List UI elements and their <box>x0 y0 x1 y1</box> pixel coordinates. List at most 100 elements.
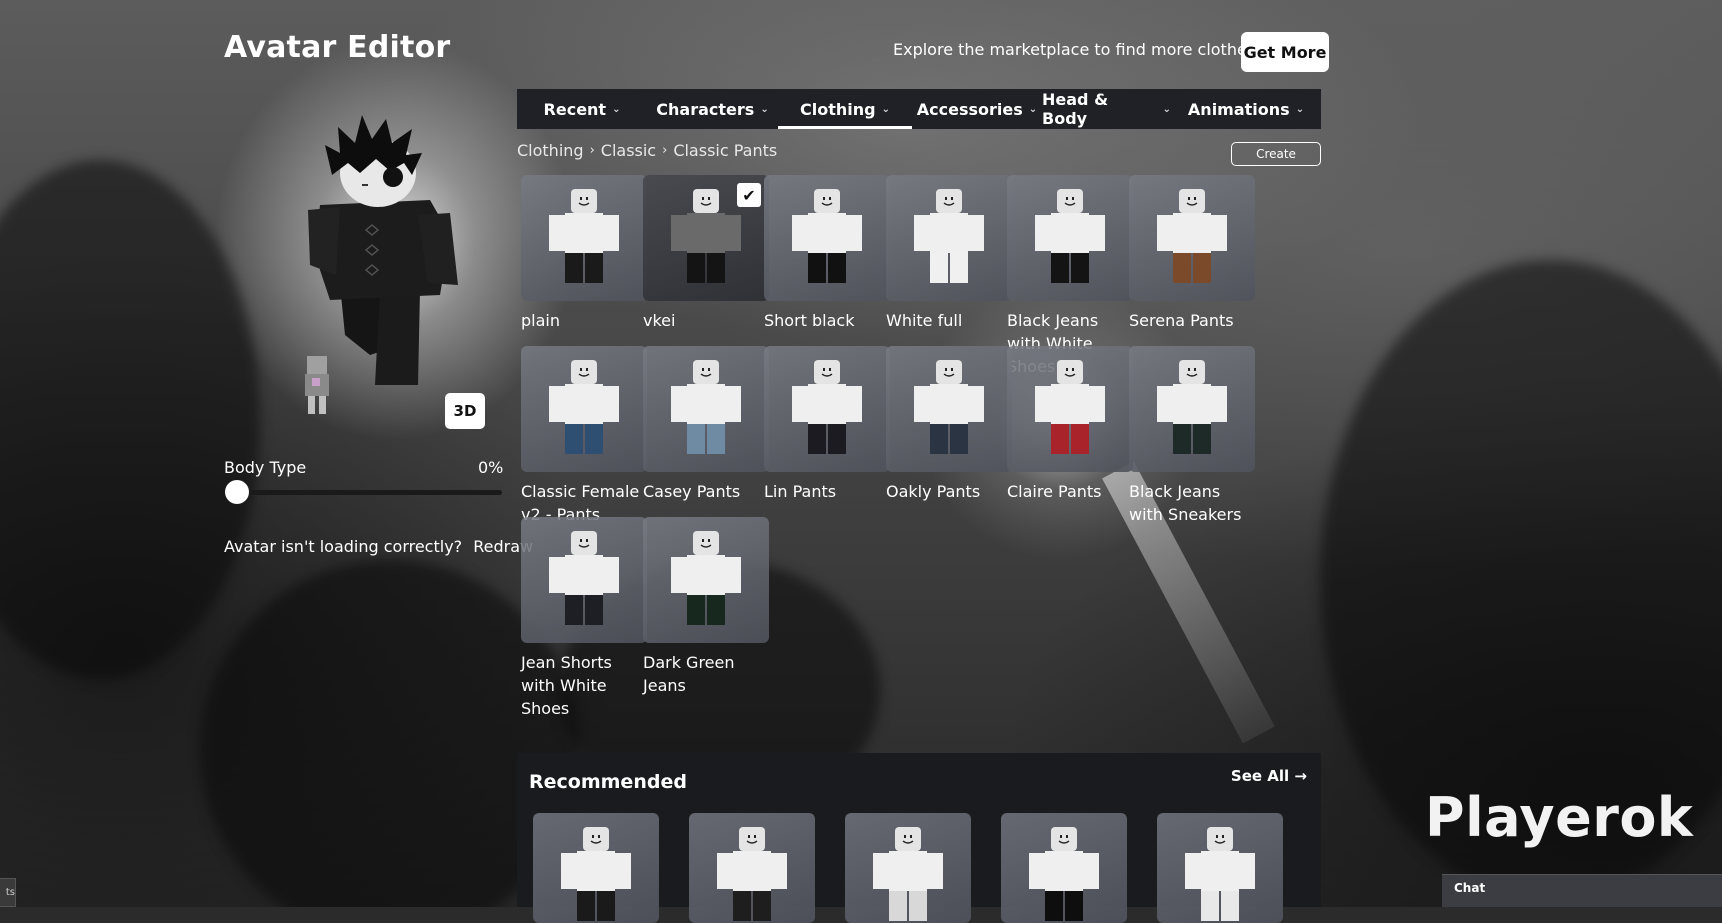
item-card[interactable]: Casey Pants <box>643 346 769 503</box>
item-thumbnail-figure <box>1157 189 1227 283</box>
body-type-value: 0% <box>478 458 504 477</box>
item-name: Black Jeans with Sneakers <box>1129 482 1242 524</box>
item-card[interactable]: Jean Shorts with White Shoes <box>521 517 647 720</box>
item-card[interactable]: Oakly Pants <box>886 346 1012 503</box>
redraw-row: Avatar isn't loading correctly? Redraw <box>224 537 533 556</box>
item-name: White full <box>886 311 963 330</box>
item-thumbnail[interactable]: ✔ <box>643 175 769 301</box>
tab-label: Accessories <box>916 99 1023 119</box>
recommended-title: Recommended <box>529 771 687 793</box>
breadcrumb-classic-pants: Classic Pants <box>673 141 778 160</box>
chevron-down-icon: ⌄ <box>1028 103 1038 115</box>
item-card[interactable]: plain <box>521 175 647 332</box>
item-thumbnail-figure <box>549 189 619 283</box>
item-name: Dark Green Jeans <box>643 653 735 695</box>
item-thumbnail[interactable] <box>886 175 1012 301</box>
item-thumbnail-figure <box>914 360 984 454</box>
item-thumbnail-figure <box>792 360 862 454</box>
tab-label: Animations <box>1187 99 1290 119</box>
watermark: Playerok <box>1425 786 1694 849</box>
item-name: Short black <box>764 311 855 330</box>
tab-clothing[interactable]: Clothing ⌄ <box>778 89 912 129</box>
item-thumbnail-figure <box>549 531 619 625</box>
tab-label: Characters <box>656 99 755 119</box>
corner-tab-label: ts <box>5 887 15 898</box>
tab-head-body[interactable]: Head & Body ⌄ <box>1042 89 1171 129</box>
item-thumbnail[interactable] <box>1129 175 1255 301</box>
item-name: Casey Pants <box>643 482 741 501</box>
breadcrumb-classic[interactable]: Classic <box>601 141 656 160</box>
tree-silhouette <box>0 160 260 680</box>
tab-accessories[interactable]: Accessories ⌄ <box>912 89 1042 129</box>
corner-tab[interactable]: ts <box>0 878 16 907</box>
chevron-down-icon: ⌄ <box>612 103 621 115</box>
item-thumbnail[interactable] <box>521 175 647 301</box>
item-thumbnail-figure <box>1157 360 1227 454</box>
item-thumbnail-figure <box>671 360 741 454</box>
chevron-down-icon: ⌄ <box>760 103 769 115</box>
item-card[interactable]: Classic Female v2 - Pants <box>521 346 647 526</box>
item-card[interactable]: ✔ vkei <box>643 175 769 332</box>
tab-label: Clothing <box>800 99 876 119</box>
item-thumbnail-figure <box>914 189 984 283</box>
chat-bar[interactable]: Chat <box>1442 874 1722 907</box>
item-name: vkei <box>643 311 676 330</box>
chevron-right-icon: › <box>662 143 668 158</box>
view-3d-toggle-button[interactable]: 3D <box>445 393 485 429</box>
get-more-button[interactable]: Get More <box>1241 32 1329 72</box>
tab-characters[interactable]: Characters ⌄ <box>647 89 778 129</box>
item-thumbnail-figure <box>1035 360 1105 454</box>
tab-label: Recent <box>543 99 607 119</box>
chevron-right-icon: › <box>589 143 595 158</box>
loading-issue-text: Avatar isn't loading correctly? <box>224 537 463 556</box>
item-thumbnail[interactable] <box>1129 346 1255 472</box>
item-thumbnail[interactable] <box>886 346 1012 472</box>
item-card[interactable]: Lin Pants <box>764 346 890 503</box>
item-card[interactable]: Serena Pants <box>1129 175 1255 332</box>
item-thumbnail[interactable] <box>1007 175 1133 301</box>
item-card[interactable]: Dark Green Jeans <box>643 517 769 697</box>
chevron-down-icon: ⌄ <box>1295 103 1305 115</box>
item-thumbnail-figure <box>1035 189 1105 283</box>
item-name: Claire Pants <box>1007 482 1102 501</box>
item-thumbnail-figure <box>792 189 862 283</box>
body-type-label: Body Type <box>224 458 307 477</box>
page-title: Avatar Editor <box>224 30 451 65</box>
arrow-right-icon: → <box>1294 767 1307 785</box>
item-name: Lin Pants <box>764 482 837 501</box>
item-thumbnail[interactable] <box>521 346 647 472</box>
breadcrumb: Clothing › Classic › Classic Pants <box>517 141 777 160</box>
item-card[interactable]: Claire Pants <box>1007 346 1133 503</box>
body-type-slider-handle[interactable] <box>225 480 249 504</box>
item-thumbnail[interactable] <box>643 346 769 472</box>
chevron-down-icon: ⌄ <box>881 103 890 115</box>
tab-animations[interactable]: Animations ⌄ <box>1171 89 1321 129</box>
see-all-link[interactable]: See All → <box>1231 767 1307 785</box>
item-thumbnail-figure <box>549 360 619 454</box>
breadcrumb-clothing[interactable]: Clothing <box>517 141 584 160</box>
body-type-slider-track[interactable] <box>236 490 502 495</box>
marketplace-promo-text: Explore the marketplace to find more clo… <box>893 40 1262 59</box>
item-thumbnail[interactable] <box>1007 346 1133 472</box>
item-thumbnail[interactable] <box>764 175 890 301</box>
category-tabs: Recent ⌄ Characters ⌄ Clothing ⌄ Accessorie… <box>517 89 1321 129</box>
tab-recent[interactable]: Recent ⌄ <box>517 89 647 129</box>
item-card[interactable]: Short black <box>764 175 890 332</box>
item-card[interactable]: White full <box>886 175 1012 332</box>
checkmark-icon[interactable]: ✔ <box>737 183 761 207</box>
recommended-section: Recommended See All → <box>517 753 1321 923</box>
chevron-down-icon: ⌄ <box>1162 103 1171 115</box>
tab-label: Head & Body <box>1042 90 1109 128</box>
item-name: Serena Pants <box>1129 311 1234 330</box>
item-thumbnail[interactable] <box>764 346 890 472</box>
item-thumbnail[interactable] <box>521 517 647 643</box>
see-all-label: See All <box>1230 767 1290 785</box>
pet-preview <box>305 356 329 414</box>
item-thumbnail-figure <box>671 531 741 625</box>
chat-label: Chat <box>1454 881 1486 895</box>
create-button[interactable]: Create <box>1231 142 1321 166</box>
item-card[interactable]: Black Jeans with Sneakers <box>1129 346 1255 526</box>
item-name: Jean Shorts with White Shoes <box>521 653 612 718</box>
item-name: plain <box>521 311 560 330</box>
item-thumbnail[interactable] <box>643 517 769 643</box>
